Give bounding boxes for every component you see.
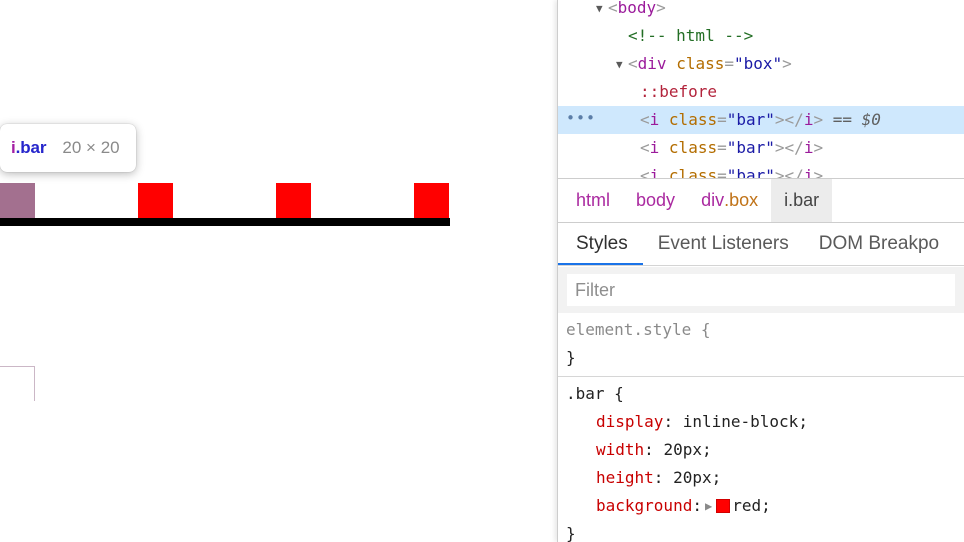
dom-row-div-box[interactable]: ▼ <div class="box"> [558,50,964,78]
declaration-display[interactable]: display: inline-block; [566,408,964,436]
property-separator: : [653,468,664,487]
dom-tag-i-close: i [803,138,814,157]
dom-tree[interactable]: ▼ <body> <!-- html --> ▼ <div class="box">… [558,0,964,178]
twisty-icon[interactable]: ▼ [596,0,608,23]
chevron-right-icon[interactable]: ▶ [702,492,716,520]
property-name: display [596,412,664,431]
rule-close-brace: } [566,348,576,367]
dom-tag-i: i [649,166,660,178]
declaration-height[interactable]: height: 20px; [566,464,964,492]
bar-element-2[interactable] [138,183,173,218]
tab-event-listeners[interactable]: Event Listeners [643,223,804,265]
dom-tag-body: body [617,0,657,17]
property-value[interactable]: red; [732,496,771,515]
dom-selected-marker: == $0 [832,110,881,129]
bar-element-1[interactable] [0,183,35,218]
tab-styles[interactable]: Styles [558,223,643,265]
rule-selector-line: .bar { [566,380,964,408]
dom-tag-i-close: i [803,110,814,129]
declaration-background[interactable]: background: ▶ red; [566,492,964,520]
tab-dom-breakpoints[interactable]: DOM Breakpo [804,223,954,265]
property-value[interactable]: 20px; [673,468,721,487]
property-separator: : [644,440,654,459]
property-separator: : [692,496,702,515]
color-swatch-icon[interactable] [716,499,731,513]
dom-tag-i: i [649,138,660,157]
rule-element-style[interactable]: element.style { } [558,313,964,377]
div-box-container [0,183,450,226]
breadcrumb-item-i-bar[interactable]: i .bar [771,179,833,222]
dom-attr-value-bar: "bar" [726,138,775,157]
property-name: width [596,440,645,459]
rule-selector: element.style { [566,320,711,339]
breadcrumb-item-div-box[interactable]: div .box [688,179,771,222]
declaration-width[interactable]: width: 20px; [566,436,964,464]
dom-pseudo-before: ::before [640,82,718,101]
tab-label: Styles [576,233,628,254]
devtools-panel: ▼ <body> <!-- html --> ▼ <div class="box">… [557,0,964,542]
dom-row-i-bar-selected[interactable]: ••• <i class="bar"></i> == $0 [558,106,964,134]
tab-label: DOM Breakpo [818,233,940,254]
property-value[interactable]: 20px; [663,440,711,459]
breadcrumb-class: .box [724,190,759,210]
breadcrumb-label: body [636,190,676,210]
dom-attr-value-bar: "bar" [726,110,775,129]
dom-attr-name-class: class [676,54,725,73]
dom-row-i-bar-2[interactable]: <i class="bar"></i> [558,134,964,162]
dom-attr-name-class: class [668,110,718,129]
breadcrumb-item-body[interactable]: body [623,179,688,222]
rule-selector-line: element.style { [566,316,964,344]
rule-bar[interactable]: .bar { display: inline-block; width: 20p… [558,377,964,542]
property-value[interactable]: inline-block; [683,412,808,431]
tooltip-dimensions: 20 × 20 [62,138,120,157]
bar-element-3[interactable] [276,183,311,218]
dom-tag-div: div [637,54,667,73]
dom-attr-value-bar: "bar" [726,166,775,178]
styles-filter-bar [558,267,964,313]
bar-element-4[interactable] [414,183,449,218]
tooltip-selector: i.bar [11,138,47,158]
rule-close-brace: } [566,524,576,542]
breadcrumb-class: .bar [788,190,820,210]
dom-row-i-bar-3[interactable]: <i class="bar"></i> [558,162,964,178]
styles-rules-pane[interactable]: element.style { } .bar { display: inline… [558,313,964,542]
dom-row-comment[interactable]: <!-- html --> [558,22,964,50]
property-separator: : [663,412,674,431]
tooltip-class-name: .bar [15,138,47,157]
filter-input[interactable] [567,274,955,306]
expand-ellipsis-badge[interactable]: ••• [566,111,595,127]
breadcrumb-item-html[interactable]: html [558,179,623,222]
dom-comment-html: <!-- html --> [628,26,754,45]
rule-selector: .bar { [566,384,624,403]
dom-attr-name-class: class [668,138,718,157]
dom-tag-i-close: i [803,166,814,178]
property-name: height [596,468,654,487]
dom-attr-value-box: "box" [734,54,783,73]
dom-row-body[interactable]: ▼ <body> [558,0,964,22]
breadcrumb-label: div [701,190,725,210]
dom-tag-i: i [649,110,660,129]
tab-label: Event Listeners [657,233,789,254]
page-viewport: i.bar 20 × 20 [0,0,556,542]
dom-attr-name-class: class [668,166,718,178]
element-inspector-tooltip: i.bar 20 × 20 [0,124,136,172]
styles-panel-tabs[interactable]: Styles Event Listeners DOM Breakpo [558,222,964,266]
breadcrumb-label: html [576,190,611,210]
breadcrumb[interactable]: html body div .box i .bar [558,178,964,222]
twisty-icon[interactable]: ▼ [616,51,628,79]
property-name: background [596,496,693,515]
dom-row-pseudo-before[interactable]: ::before [558,78,964,106]
